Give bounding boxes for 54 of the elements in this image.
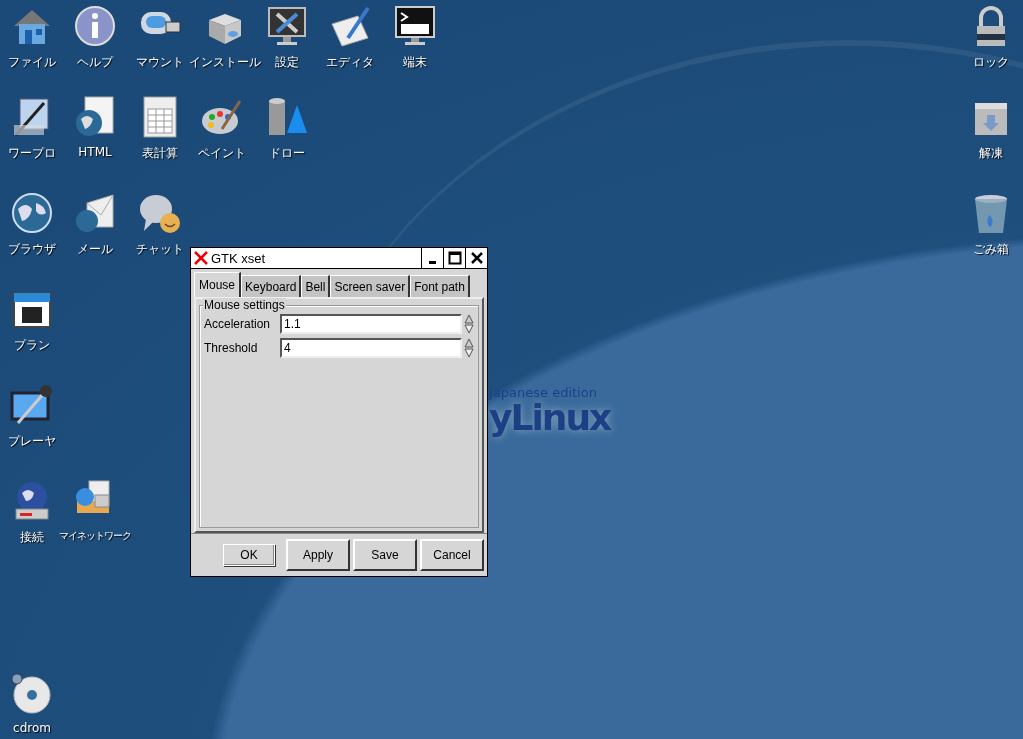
globe-document-icon[interactable]: [73, 95, 117, 139]
desktop-icon-label[interactable]: ごみ箱: [973, 241, 1009, 258]
disc-icon[interactable]: [10, 671, 54, 715]
window-title: GTK xset: [211, 250, 267, 266]
tools-monitor-icon[interactable]: [265, 4, 309, 48]
number-field[interactable]: 1.1: [280, 314, 462, 334]
spin-arrows-icon[interactable]: [464, 314, 474, 334]
desktop-icon-label[interactable]: マイネットワーク: [59, 529, 131, 543]
dialog-button[interactable]: OK: [223, 544, 275, 566]
paper-pencil-icon[interactable]: [328, 4, 372, 48]
desktop-icon-label[interactable]: ペイント: [198, 145, 246, 162]
tab[interactable]: Mouse: [194, 272, 242, 297]
group-title: Mouse settings: [203, 298, 286, 312]
maximize-button[interactable]: [443, 248, 465, 268]
desktop-icon-label[interactable]: メール: [77, 241, 113, 258]
desktop-icon-label[interactable]: エディタ: [326, 54, 374, 71]
tab[interactable]: Font path: [410, 275, 470, 297]
info-icon[interactable]: [73, 4, 117, 48]
dialog-button[interactable]: Apply: [286, 539, 350, 571]
spin-arrows-icon[interactable]: [464, 338, 474, 358]
desktop-icon-label[interactable]: 解凍: [979, 145, 1003, 162]
desktop-icon-label[interactable]: ブラウザ: [8, 241, 56, 258]
desktop-icon-label[interactable]: ファイル: [8, 54, 56, 71]
dialog-button[interactable]: Save: [353, 539, 417, 571]
desktop-icon-label[interactable]: プレーヤ: [8, 433, 56, 450]
desktop-icon-label[interactable]: ワープロ: [8, 145, 56, 162]
dialog-button[interactable]: Cancel: [420, 539, 484, 571]
number-field[interactable]: 4: [280, 338, 462, 358]
desktop-icon-label[interactable]: インストール: [189, 54, 261, 71]
desktop-icon-label[interactable]: ヘルプ: [77, 54, 113, 71]
desktop-icon-label[interactable]: マウント: [136, 54, 184, 71]
desktop-icon-label[interactable]: 設定: [275, 54, 299, 71]
field-label: Threshold: [204, 341, 259, 355]
desktop-icon-label[interactable]: 表計算: [142, 145, 178, 162]
desktop-icon-label[interactable]: プラン: [14, 337, 50, 354]
envelope-globe-icon[interactable]: [73, 191, 117, 235]
tab[interactable]: Keyboard: [241, 275, 302, 297]
desktop-icon-label[interactable]: チャット: [136, 241, 184, 258]
field-label: Acceleration: [204, 317, 272, 331]
desktop-icon-label[interactable]: 端末: [403, 54, 427, 71]
terminal-icon[interactable]: [393, 4, 437, 48]
close-icon: [469, 251, 484, 265]
desktop-icon-label[interactable]: HTML: [78, 145, 112, 159]
maximize-icon: [447, 251, 462, 265]
film-microphone-icon[interactable]: [10, 383, 54, 427]
desktop-icon-label[interactable]: 接続: [20, 529, 44, 546]
globe-icon[interactable]: [10, 191, 54, 235]
tab[interactable]: Bell: [301, 275, 331, 297]
desktop-icon-label[interactable]: ドロー: [269, 145, 305, 162]
tab[interactable]: Screen saver: [330, 275, 411, 297]
desktop-icon-label[interactable]: cdrom: [13, 721, 51, 735]
desktop-icon-label[interactable]: ロック: [973, 54, 1009, 71]
minimize-icon: [429, 260, 436, 264]
x-logo-icon: [194, 251, 208, 265]
